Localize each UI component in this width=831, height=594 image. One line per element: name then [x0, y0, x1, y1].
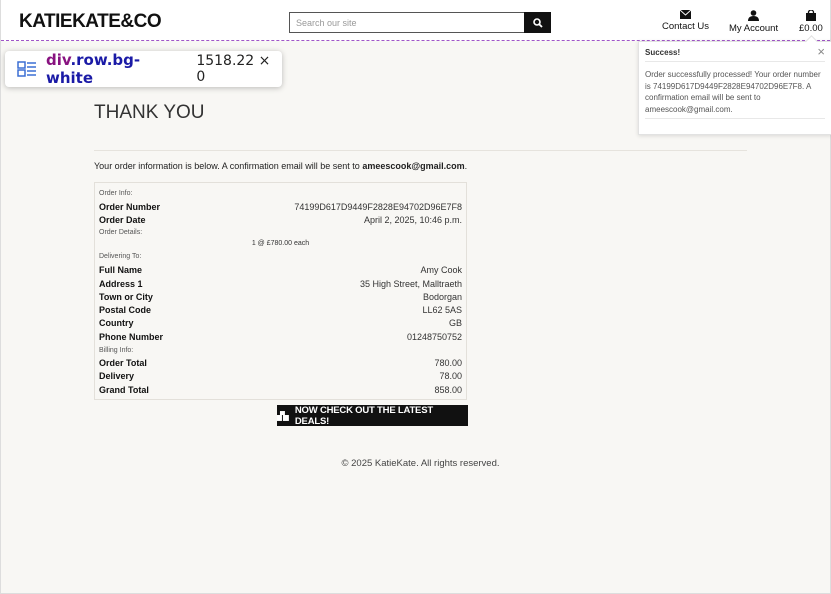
order-info-heading: Order Info: [99, 190, 133, 197]
order-intro: Your order information is below. A confi… [94, 161, 467, 171]
order-total-row: Order Total 780.00 [99, 358, 462, 368]
envelope-icon [680, 10, 691, 19]
toast-message: Order successfully processed! Your order… [645, 70, 821, 114]
footer-copyright: © 2025 KatieKate. All rights reserved. [341, 458, 500, 469]
site-logo[interactable]: KATIEKATE&CO [19, 11, 162, 33]
town-label: Town or City [99, 292, 153, 302]
country-value: GB [448, 318, 462, 328]
intro-email: ameescook@gmail.com [362, 161, 465, 171]
toast-bottom-divider [645, 118, 825, 119]
grand-total-value: 858.00 [434, 385, 462, 395]
search-input[interactable] [289, 12, 524, 33]
grand-total-row: Grand Total 858.00 [99, 385, 462, 395]
my-account-label: My Account [729, 23, 779, 34]
user-icon [748, 10, 760, 21]
phone-row: Phone Number 01248750752 [99, 332, 462, 342]
toast-title: Success! [645, 48, 681, 57]
search-form [289, 12, 551, 33]
full-name-label: Full Name [99, 265, 143, 275]
contact-us-label: Contact Us [662, 21, 709, 32]
phone-label: Phone Number [99, 332, 164, 342]
page-title: THANK YOU [94, 102, 205, 123]
phone-value: 01248750752 [406, 332, 462, 342]
order-details-heading: Order Details: [99, 229, 143, 236]
grand-total-label: Grand Total [99, 385, 149, 395]
success-toast: Success! × Order successfully processed!… [638, 35, 831, 135]
delivery-row: Delivery 78.00 [99, 371, 462, 381]
order-number-value: 74199D617D9449F2828E94702D96E7F8 [294, 202, 462, 212]
full-name-value: Amy Cook [420, 265, 462, 275]
order-total-value: 780.00 [434, 358, 462, 368]
close-icon[interactable]: × [817, 45, 825, 58]
delivering-heading: Delivering To: [99, 253, 142, 260]
latest-deals-label: NOW CHECK OUT THE LATEST DEALS! [294, 404, 433, 427]
delivery-label: Delivery [99, 371, 135, 381]
delivery-value: 78.00 [439, 371, 462, 381]
town-value: Bodorgan [422, 292, 462, 302]
boxes-icon [277, 410, 289, 421]
my-account-link[interactable]: My Account [729, 10, 778, 34]
country-row: Country GB [99, 318, 462, 328]
top-navbar: KATIEKATE&CO Contact Us My Account £0.00 [1, 0, 830, 41]
order-total-label: Order Total [99, 358, 147, 368]
billing-heading: Billing Info: [99, 347, 134, 354]
address1-value: 35 High Street, Malltraeth [359, 279, 462, 289]
order-date-row: Order Date April 2, 2025, 10:46 p.m. [99, 215, 462, 225]
search-icon [532, 17, 543, 28]
grid-layout-icon [17, 61, 37, 77]
latest-deals-button[interactable]: NOW CHECK OUT THE LATEST DEALS! [277, 404, 468, 427]
line-item: 1 @ £780.00 each [251, 240, 310, 247]
search-button[interactable] [524, 12, 551, 33]
contact-us-link[interactable]: Contact Us [662, 10, 709, 32]
intro-text: Your order information is below. A confi… [94, 161, 363, 171]
order-summary-box: Order Info: Order Number 74199D617D9449F2… [94, 182, 467, 400]
title-divider [94, 150, 747, 151]
shopping-bag-icon [805, 10, 816, 21]
intro-suffix: . [464, 161, 468, 171]
toast-divider [645, 61, 825, 62]
full-name-row: Full Name Amy Cook [99, 265, 462, 275]
postcode-label: Postal Code [99, 305, 152, 315]
town-row: Town or City Bodorgan [99, 292, 462, 302]
element-tag: div [46, 51, 71, 69]
order-date-value: April 2, 2025, 10:46 p.m. [363, 215, 462, 225]
devtools-inspect-tooltip: div.row.bg-white 1518.22 × 0 [5, 51, 282, 87]
shopping-bag-link[interactable]: £0.00 [799, 10, 823, 34]
element-selector: div.row.bg-white [46, 51, 184, 87]
address1-label: Address 1 [99, 279, 143, 289]
element-dimensions: 1518.22 × 0 [196, 53, 271, 85]
bag-total: £0.00 [799, 23, 823, 34]
postcode-row: Postal Code LL62 5AS [99, 305, 462, 315]
address1-row: Address 1 35 High Street, Malltraeth [99, 279, 462, 289]
order-number-row: Order Number 74199D617D9449F2828E94702D96… [99, 202, 462, 212]
order-date-label: Order Date [99, 215, 146, 225]
postcode-value: LL62 5AS [422, 305, 462, 315]
order-number-label: Order Number [99, 202, 161, 212]
country-label: Country [99, 318, 134, 328]
